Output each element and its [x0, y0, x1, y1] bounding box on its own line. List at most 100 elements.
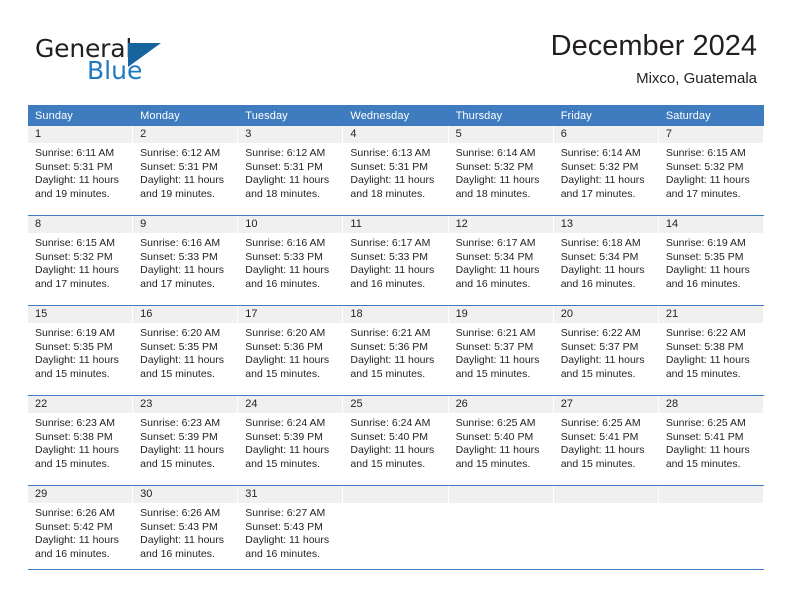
day-cell[interactable]: 3 Sunrise: 6:12 AM Sunset: 5:31 PM Dayli…: [238, 126, 344, 216]
day-number: 11: [343, 216, 449, 233]
day-cell[interactable]: 10 Sunrise: 6:16 AM Sunset: 5:33 PM Dayl…: [238, 215, 344, 306]
day-cell[interactable]: 21 Sunrise: 6:22 AM Sunset: 5:38 PM Dayl…: [658, 305, 764, 396]
sunrise-text: Sunrise: 6:12 AM: [245, 147, 326, 159]
calendar-grid: Sunday Monday Tuesday Wednesday Thursday…: [28, 105, 764, 575]
day-number: 26: [448, 396, 554, 413]
sunset-text: Sunset: 5:33 PM: [350, 250, 429, 263]
daylight-text-line1: Daylight: 11 hours: [35, 354, 119, 367]
day-cell[interactable]: 14 Sunrise: 6:19 AM Sunset: 5:35 PM Dayl…: [658, 215, 764, 306]
day-cell[interactable]: 30 Sunrise: 6:26 AM Sunset: 5:43 PM Dayl…: [133, 485, 239, 575]
daylight-text-line1: Daylight: 11 hours: [140, 264, 224, 277]
daylight-text-line1: Daylight: 11 hours: [245, 354, 330, 367]
day-cell[interactable]: 4 Sunrise: 6:13 AM Sunset: 5:31 PM Dayli…: [343, 126, 449, 216]
sunrise-text: Sunrise: 6:23 AM: [35, 417, 115, 429]
day-cell[interactable]: 27 Sunrise: 6:25 AM Sunset: 5:41 PM Dayl…: [553, 395, 659, 486]
day-number: 23: [133, 396, 239, 413]
day-cell[interactable]: 19 Sunrise: 6:21 AM Sunset: 5:37 PM Dayl…: [448, 305, 554, 396]
day-cell[interactable]: 7 Sunrise: 6:15 AM Sunset: 5:32 PM Dayli…: [658, 126, 764, 216]
day-cell[interactable]: 13 Sunrise: 6:18 AM Sunset: 5:34 PM Dayl…: [553, 215, 659, 306]
title-block: December 2024 Mixco, Guatemala: [551, 28, 757, 90]
sunset-text: Sunset: 5:35 PM: [140, 340, 218, 353]
day-number: 3: [238, 126, 344, 143]
sunset-text: Sunset: 5:39 PM: [245, 430, 323, 443]
daylight-text-line2: and 15 minutes.: [245, 457, 320, 470]
sunrise-text: Sunrise: 6:21 AM: [455, 327, 536, 339]
day-cell[interactable]: 18 Sunrise: 6:21 AM Sunset: 5:36 PM Dayl…: [343, 305, 449, 396]
sunset-text: Sunset: 5:35 PM: [35, 340, 113, 353]
day-number: 5: [448, 126, 554, 143]
sunset-text: Sunset: 5:40 PM: [350, 430, 429, 443]
day-details: Sunrise: 6:16 AM Sunset: 5:33 PM Dayligh…: [133, 233, 238, 291]
daylight-text-line1: Daylight: 11 hours: [350, 354, 435, 367]
sunrise-text: Sunrise: 6:19 AM: [665, 237, 746, 249]
daylight-text-line2: and 15 minutes.: [140, 457, 215, 470]
day-details: Sunrise: 6:25 AM Sunset: 5:40 PM Dayligh…: [449, 413, 554, 471]
day-cell[interactable]: 11 Sunrise: 6:17 AM Sunset: 5:33 PM Dayl…: [343, 215, 449, 306]
daylight-text-line2: and 15 minutes.: [140, 367, 215, 380]
sunset-text: Sunset: 5:31 PM: [245, 160, 323, 173]
daylight-text-line2: and 17 minutes.: [35, 277, 110, 290]
daylight-text-line1: Daylight: 11 hours: [455, 174, 540, 187]
day-cell[interactable]: 31 Sunrise: 6:27 AM Sunset: 5:43 PM Dayl…: [238, 485, 344, 575]
day-cell[interactable]: 28 Sunrise: 6:25 AM Sunset: 5:41 PM Dayl…: [658, 395, 764, 486]
day-cell[interactable]: 8 Sunrise: 6:15 AM Sunset: 5:32 PM Dayli…: [28, 215, 134, 306]
day-cell[interactable]: 29 Sunrise: 6:26 AM Sunset: 5:42 PM Dayl…: [28, 485, 134, 575]
day-cell[interactable]: 16 Sunrise: 6:20 AM Sunset: 5:35 PM Dayl…: [133, 305, 239, 396]
page-subtitle: Mixco, Guatemala: [636, 70, 757, 87]
day-number: 22: [28, 396, 134, 413]
daylight-text-line1: Daylight: 11 hours: [665, 444, 750, 457]
daylight-text-line1: Daylight: 11 hours: [665, 354, 750, 367]
day-cell[interactable]: 25 Sunrise: 6:24 AM Sunset: 5:40 PM Dayl…: [343, 395, 449, 486]
day-cell[interactable]: 5 Sunrise: 6:14 AM Sunset: 5:32 PM Dayli…: [448, 126, 554, 216]
day-cell[interactable]: 6 Sunrise: 6:14 AM Sunset: 5:32 PM Dayli…: [553, 126, 659, 216]
sunrise-text: Sunrise: 6:26 AM: [35, 507, 115, 519]
day-cell-empty: [658, 485, 764, 575]
sunset-text: Sunset: 5:31 PM: [140, 160, 218, 173]
day-cell[interactable]: 1 Sunrise: 6:11 AM Sunset: 5:31 PM Dayli…: [28, 126, 134, 216]
day-number: 9: [133, 216, 239, 233]
day-cell[interactable]: 2 Sunrise: 6:12 AM Sunset: 5:31 PM Dayli…: [133, 126, 239, 216]
sunset-text: Sunset: 5:41 PM: [665, 430, 744, 443]
day-cell[interactable]: 23 Sunrise: 6:23 AM Sunset: 5:39 PM Dayl…: [133, 395, 239, 486]
day-cell[interactable]: 9 Sunrise: 6:16 AM Sunset: 5:33 PM Dayli…: [133, 215, 239, 306]
day-number: 16: [133, 306, 239, 323]
day-number: [658, 486, 764, 503]
daylight-text-line1: Daylight: 11 hours: [140, 444, 224, 457]
day-cell[interactable]: 22 Sunrise: 6:23 AM Sunset: 5:38 PM Dayl…: [28, 395, 134, 486]
day-number: 6: [553, 126, 659, 143]
day-cell[interactable]: 15 Sunrise: 6:19 AM Sunset: 5:35 PM Dayl…: [28, 305, 134, 396]
day-details: Sunrise: 6:21 AM Sunset: 5:37 PM Dayligh…: [449, 323, 554, 381]
sunset-text: Sunset: 5:31 PM: [350, 160, 429, 173]
day-details: Sunrise: 6:25 AM Sunset: 5:41 PM Dayligh…: [659, 413, 764, 471]
day-cell[interactable]: 26 Sunrise: 6:25 AM Sunset: 5:40 PM Dayl…: [448, 395, 554, 486]
daylight-text-line2: and 15 minutes.: [35, 457, 110, 470]
day-cell[interactable]: 20 Sunrise: 6:22 AM Sunset: 5:37 PM Dayl…: [553, 305, 659, 396]
day-number: 29: [28, 486, 134, 503]
day-number: 4: [343, 126, 449, 143]
generalblue-logo[interactable]: General Blue: [35, 34, 205, 86]
day-details: Sunrise: 6:12 AM Sunset: 5:31 PM Dayligh…: [133, 143, 238, 201]
day-cell[interactable]: 12 Sunrise: 6:17 AM Sunset: 5:34 PM Dayl…: [448, 215, 554, 306]
day-details: Sunrise: 6:17 AM Sunset: 5:34 PM Dayligh…: [449, 233, 554, 291]
day-cell[interactable]: 17 Sunrise: 6:20 AM Sunset: 5:36 PM Dayl…: [238, 305, 344, 396]
day-number: 24: [238, 396, 344, 413]
sunrise-text: Sunrise: 6:27 AM: [245, 507, 326, 519]
calendar-body: 1 Sunrise: 6:11 AM Sunset: 5:31 PM Dayli…: [28, 126, 764, 575]
daylight-text-line1: Daylight: 11 hours: [245, 534, 330, 547]
daylight-text-line2: and 17 minutes.: [665, 187, 741, 200]
day-number: 7: [658, 126, 764, 143]
sunrise-text: Sunrise: 6:16 AM: [245, 237, 326, 249]
daylight-text-line1: Daylight: 11 hours: [560, 264, 645, 277]
daylight-text-line2: and 15 minutes.: [35, 367, 110, 380]
sunrise-text: Sunrise: 6:13 AM: [350, 147, 431, 159]
daylight-text-line1: Daylight: 11 hours: [35, 264, 119, 277]
calendar-week-row: 22 Sunrise: 6:23 AM Sunset: 5:38 PM Dayl…: [28, 395, 764, 486]
daylight-text-line2: and 19 minutes.: [35, 187, 110, 200]
day-details: Sunrise: 6:27 AM Sunset: 5:43 PM Dayligh…: [238, 503, 343, 561]
day-cell[interactable]: 24 Sunrise: 6:24 AM Sunset: 5:39 PM Dayl…: [238, 395, 344, 486]
calendar-week-row: 29 Sunrise: 6:26 AM Sunset: 5:42 PM Dayl…: [28, 485, 764, 575]
daylight-text-line1: Daylight: 11 hours: [140, 534, 224, 547]
daylight-text-line2: and 17 minutes.: [560, 187, 636, 200]
calendar-page: General Blue December 2024 Mixco, Guatem…: [0, 0, 792, 612]
sunset-text: Sunset: 5:32 PM: [35, 250, 113, 263]
